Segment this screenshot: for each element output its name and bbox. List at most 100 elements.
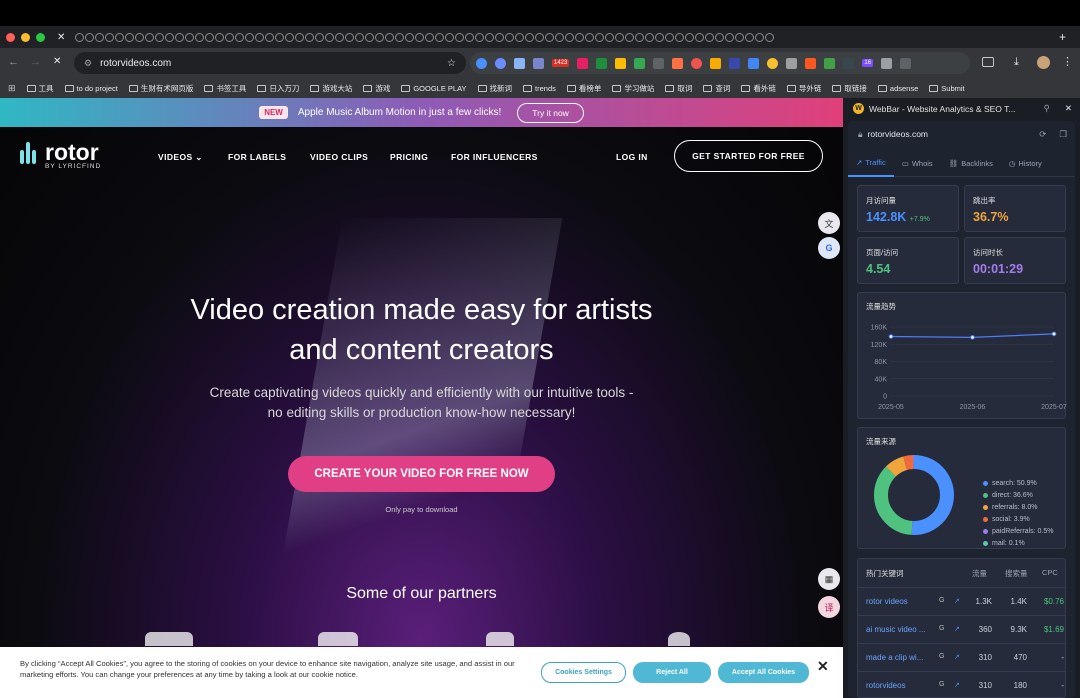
- translate-page-icon[interactable]: 译: [818, 596, 840, 618]
- pinned-tab-icon[interactable]: [765, 32, 775, 42]
- pinned-tab-icon[interactable]: [625, 32, 635, 42]
- pinned-tab-icon[interactable]: [535, 32, 545, 42]
- pinned-tab-icon[interactable]: [455, 32, 465, 42]
- pinned-tab-icon[interactable]: [475, 32, 485, 42]
- pinned-tab-icon[interactable]: [215, 32, 225, 42]
- pinned-tab-icon[interactable]: [575, 32, 585, 42]
- pinned-tab-icon[interactable]: [175, 32, 185, 42]
- google-icon[interactable]: G: [939, 681, 944, 688]
- tab-backlinks[interactable]: ⛓ Backlinks: [941, 151, 1001, 177]
- pinned-tab-icon[interactable]: [145, 32, 155, 42]
- extension-icon[interactable]: [710, 57, 722, 69]
- bookmark-item[interactable]: 导外链: [786, 83, 821, 94]
- keyword-row[interactable]: ai music video ... G ↗ 360 9.3K $1.69: [858, 615, 1065, 643]
- trend-icon[interactable]: ↗: [954, 597, 960, 605]
- keyword-row[interactable]: rotorvideos G ↗ 310 180 -: [858, 671, 1065, 697]
- close-panel-icon[interactable]: ✕: [1065, 103, 1072, 114]
- nav-for-influencers[interactable]: FOR INFLUENCERS: [451, 152, 538, 162]
- pinned-tab-icon[interactable]: [435, 32, 445, 42]
- pinned-tab-icon[interactable]: [235, 32, 245, 42]
- pinned-tab-icon[interactable]: [105, 32, 115, 42]
- get-started-button[interactable]: GET STARTED FOR FREE: [674, 140, 823, 172]
- keyword-row[interactable]: rotor videos G ↗ 1.3K 1.4K $0.76: [858, 587, 1065, 615]
- pinned-tab-icon[interactable]: [275, 32, 285, 42]
- qr-code-icon[interactable]: ▦: [818, 568, 840, 590]
- bookmark-item[interactable]: 游戏: [363, 83, 390, 94]
- pinned-tab-icon[interactable]: [315, 32, 325, 42]
- pinned-tabs[interactable]: [75, 32, 1053, 42]
- pinned-tab-icon[interactable]: [135, 32, 145, 42]
- pinned-tab-icon[interactable]: [165, 32, 175, 42]
- pinned-tab-icon[interactable]: [205, 32, 215, 42]
- extension-icon[interactable]: [672, 57, 684, 69]
- bookmark-item[interactable]: 取词: [665, 83, 692, 94]
- close-tab-icon[interactable]: ✕: [57, 32, 65, 43]
- pinned-tab-icon[interactable]: [345, 32, 355, 42]
- bookmark-star-icon[interactable]: ☆: [447, 58, 456, 69]
- reject-all-button[interactable]: Reject All: [633, 662, 711, 683]
- google-icon[interactable]: G: [939, 625, 944, 632]
- pinned-tab-icon[interactable]: [735, 32, 745, 42]
- extension-icon[interactable]: [767, 57, 779, 69]
- bookmark-item[interactable]: 工具: [26, 83, 54, 94]
- close-window-button[interactable]: [6, 32, 15, 42]
- extension-icon[interactable]: [476, 57, 487, 69]
- cookies-settings-button[interactable]: Cookies Settings: [541, 662, 626, 683]
- pinned-tab-icon[interactable]: [495, 32, 505, 42]
- extension-icon[interactable]: [615, 57, 627, 69]
- google-icon[interactable]: G: [939, 597, 944, 604]
- pinned-tab-icon[interactable]: [485, 32, 495, 42]
- bookmark-item[interactable]: trends: [523, 83, 556, 94]
- rotor-logo[interactable]: rotor BY LYRICFIND: [20, 141, 101, 170]
- extension-badge[interactable]: 1423: [552, 59, 570, 67]
- pinned-tab-icon[interactable]: [305, 32, 315, 42]
- keyword-row[interactable]: made a clip wi... G ↗ 310 470 -: [858, 643, 1065, 671]
- pinned-tab-icon[interactable]: [255, 32, 265, 42]
- pinned-tab-icon[interactable]: [675, 32, 685, 42]
- profile-avatar[interactable]: [1037, 56, 1050, 69]
- pinned-tab-icon[interactable]: [585, 32, 595, 42]
- menu-icon[interactable]: ⋮: [1062, 55, 1073, 68]
- bookmark-item[interactable]: 学习做站: [612, 83, 654, 94]
- extension-icon[interactable]: [786, 57, 798, 69]
- bookmark-item[interactable]: adsense: [877, 83, 918, 94]
- pinned-tab-icon[interactable]: [225, 32, 235, 42]
- keyword-text[interactable]: made a clip wi...: [866, 653, 934, 662]
- pinned-tab-icon[interactable]: [615, 32, 625, 42]
- pinned-tab-icon[interactable]: [745, 32, 755, 42]
- translate-icon[interactable]: 文: [818, 212, 840, 234]
- pinned-tab-icon[interactable]: [245, 32, 255, 42]
- minimize-window-button[interactable]: [21, 32, 30, 42]
- pinned-tab-icon[interactable]: [405, 32, 415, 42]
- pinned-tab-icon[interactable]: [725, 32, 735, 42]
- extension-icon[interactable]: [805, 57, 817, 69]
- bookmark-item[interactable]: to do project: [64, 83, 118, 94]
- pinned-tab-icon[interactable]: [395, 32, 405, 42]
- trend-icon[interactable]: ↗: [954, 625, 960, 633]
- stop-loading-icon[interactable]: ✕: [53, 56, 61, 67]
- pinned-tab-icon[interactable]: [665, 32, 675, 42]
- pinned-tab-icon[interactable]: [195, 32, 205, 42]
- pinned-tab-icon[interactable]: [375, 32, 385, 42]
- pinned-tab-icon[interactable]: [385, 32, 395, 42]
- pinned-tab-icon[interactable]: [325, 32, 335, 42]
- extension-icon[interactable]: [577, 57, 589, 69]
- tab-history[interactable]: ◷ History: [1001, 151, 1050, 177]
- extension-icon[interactable]: [691, 57, 703, 69]
- pinned-tab-icon[interactable]: [155, 32, 165, 42]
- download-icon[interactable]: ⤓: [1014, 56, 1019, 69]
- close-cookie-icon[interactable]: ✕: [817, 659, 829, 673]
- bookmark-item[interactable]: 取链接: [832, 83, 867, 94]
- pinned-tab-icon[interactable]: [755, 32, 765, 42]
- forward-icon[interactable]: →: [30, 56, 41, 68]
- pinned-tab-icon[interactable]: [685, 32, 695, 42]
- keyword-text[interactable]: rotorvideos: [866, 681, 934, 690]
- tab-traffic[interactable]: ↗ Traffic: [848, 151, 894, 177]
- extension-icon[interactable]: [495, 57, 506, 69]
- nav-pricing[interactable]: PRICING: [390, 152, 428, 162]
- pinned-tab-icon[interactable]: [715, 32, 725, 42]
- new-tab-icon[interactable]: +: [1059, 30, 1066, 44]
- pinned-tab-icon[interactable]: [285, 32, 295, 42]
- bookmark-item[interactable]: 查词: [703, 83, 730, 94]
- extension-icon[interactable]: [653, 57, 665, 69]
